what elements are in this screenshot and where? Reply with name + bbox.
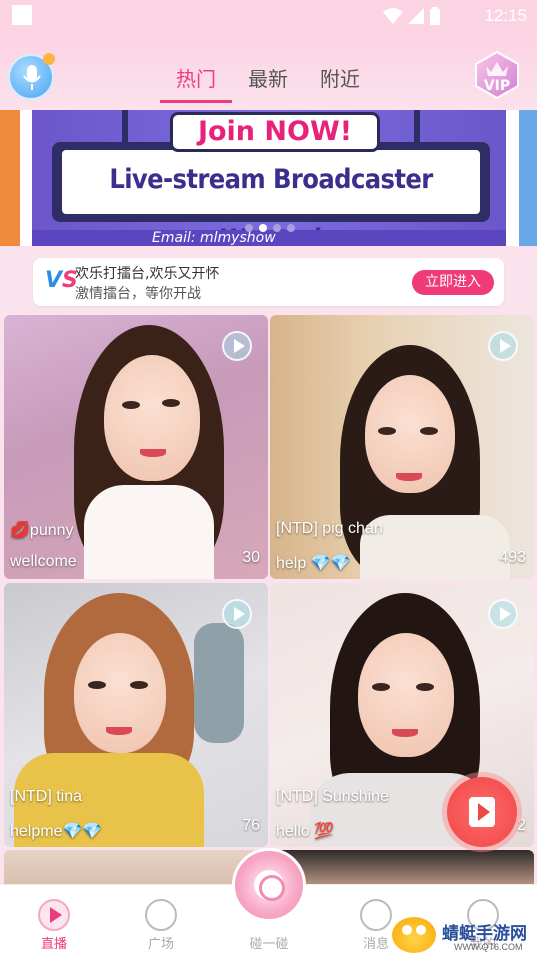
status-icons [383,7,441,25]
prev-banner-peek [0,110,20,246]
vip-label: VIP [484,78,510,94]
nav-label: 直播 [40,937,67,952]
notice-title: 欢乐打擂台,欢乐又开怀 [75,266,220,282]
clock: 12:15 [484,6,527,25]
carousel-dot-active [259,224,267,232]
battery-icon [430,7,440,25]
microphone-icon [23,65,41,90]
nav-item-plaza[interactable]: 广场 [121,885,201,956]
stream-description: help 💎💎 [276,555,351,572]
watermark-title: 蜻蜓手游网 [442,924,527,944]
carousel-dot [287,224,295,232]
streamer-name: [NTD] pig chan [276,520,383,537]
live-icon [38,899,70,931]
video-play-icon[interactable] [222,599,252,629]
viewer-count: 493 [499,549,526,566]
carousel-dot [273,224,281,232]
sign-post [122,110,128,144]
banner-footer: Email: mlmyshow [152,230,276,246]
nav-label: 碰一碰 [249,937,289,952]
site-watermark: 蜻蜓手游网 WWW.QT6.COM [392,915,537,956]
enter-now-button[interactable]: 立即进入 [412,270,494,295]
tab-hot[interactable]: 热门 [160,64,232,108]
video-play-icon[interactable] [488,331,518,361]
feed-tabs: 热门 最新 附近 [160,64,376,108]
tab-latest[interactable]: 最新 [232,64,304,108]
viewer-count: 76 [242,817,260,834]
wifi-icon [383,8,403,24]
viewer-count: 30 [242,549,260,566]
watermark-url: WWW.QT6.COM [454,942,523,952]
video-play-icon[interactable] [488,599,518,629]
stream-card[interactable]: [NTD] pig chan help 💎💎 493 [270,315,534,579]
message-icon [360,899,392,931]
signal-icon [408,8,424,24]
carousel-dot [245,224,253,232]
carousel-indicator [245,224,295,232]
banner-board: Live-stream Broadcaster Wanted [52,142,490,246]
video-camera-icon [478,803,490,821]
notice-subtitle: 激情擂台，等你开战 [75,286,201,302]
stream-description: helpme💎💎 [10,823,103,840]
stream-card[interactable]: 💋punny wellcome 30 [4,315,268,579]
nav-label: 广场 [147,937,174,952]
voice-room-button[interactable] [8,53,55,100]
plaza-icon [145,899,177,931]
status-bar: 12:15 [0,0,537,32]
streamer-name: [NTD] Sunshine [276,788,389,805]
next-banner-peek [519,110,537,246]
viewer-count: 2 [517,817,526,834]
sign-post [414,110,420,144]
streamer-name: [NTD] tina [10,788,83,805]
vs-logo-icon: VS [45,268,78,293]
top-header: 热门 最新 附近 VIP [0,32,537,108]
dragonfly-logo-icon [392,917,436,953]
banner-headline: Live-stream Broadcaster Wanted [62,150,480,246]
pk-arena-notice[interactable]: VS 欢乐打擂台,欢乐又开怀 激情擂台，等你开战 立即进入 [33,258,504,306]
nav-item-live[interactable]: 直播 [14,885,94,956]
banner-join-label: Join NOW! [170,112,380,152]
vip-badge-icon[interactable]: VIP [472,50,522,100]
stream-description: hello 💯 [276,823,335,840]
notification-icon [12,5,32,25]
stream-card[interactable]: [NTD] tina helpme💎💎 76 [4,583,268,847]
streamer-name: 💋punny [10,522,74,539]
notification-dot [43,53,55,65]
start-live-button[interactable] [447,777,517,847]
tab-nearby[interactable]: 附近 [304,64,376,108]
match-icon[interactable] [232,848,306,922]
video-play-icon[interactable] [222,331,252,361]
stream-description: wellcome [10,553,77,570]
